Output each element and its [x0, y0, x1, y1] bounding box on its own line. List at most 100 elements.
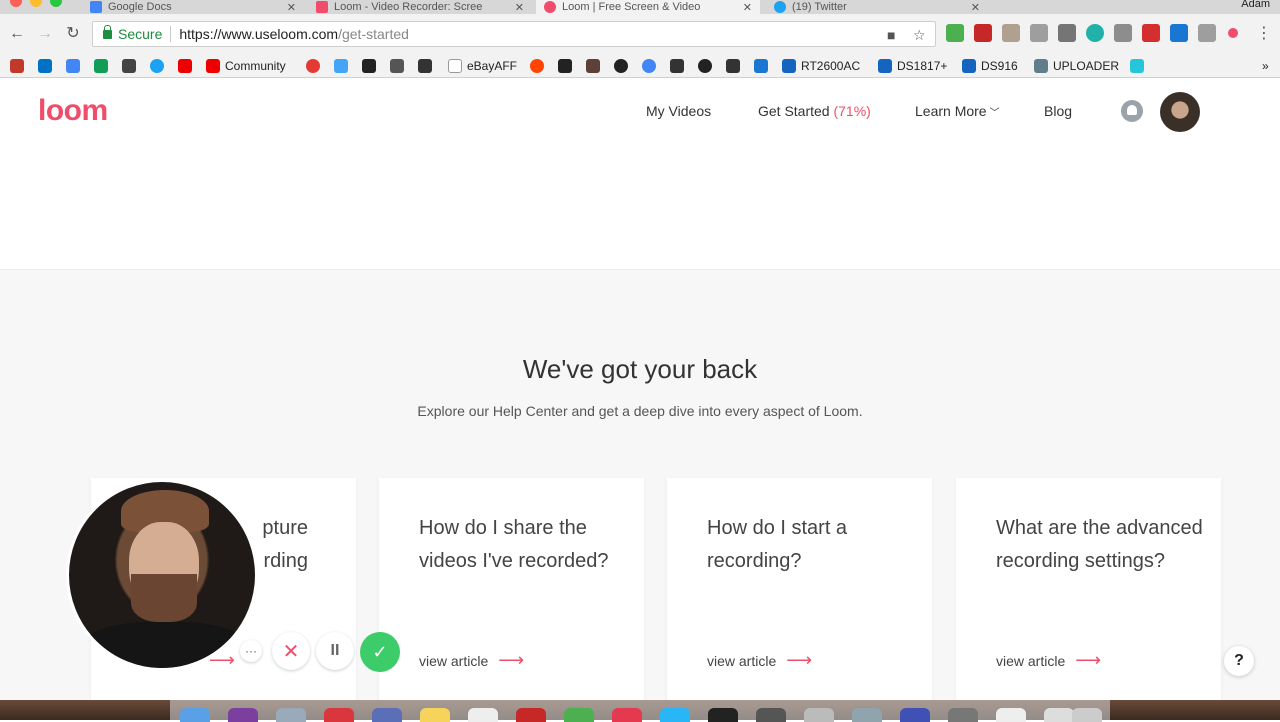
router-icon: [782, 59, 796, 73]
bookmark-star-icon[interactable]: ☆: [913, 27, 926, 44]
help-card[interactable]: How do I share the videos I've recorded?…: [379, 478, 644, 700]
forward-icon[interactable]: →: [35, 24, 55, 44]
bookmark-icon[interactable]: [614, 57, 633, 75]
bookmark-community[interactable]: Community: [206, 57, 286, 75]
pause-recording-button[interactable]: II: [316, 632, 354, 670]
tab-google-docs[interactable]: Google Docs ✕: [82, 0, 304, 14]
bookmark-icon[interactable]: [1130, 57, 1149, 75]
bookmark-ebay[interactable]: eBayAFF: [448, 57, 517, 75]
extension-icon[interactable]: [1086, 24, 1104, 42]
bookmark-icon[interactable]: [150, 57, 169, 75]
bookmark-icon[interactable]: [38, 57, 57, 75]
close-window-icon[interactable]: [10, 0, 22, 7]
extension-icon[interactable]: [1058, 24, 1076, 42]
cancel-recording-button[interactable]: ✕: [272, 632, 310, 670]
help-card[interactable]: How do I start a recording? view article…: [667, 478, 932, 700]
github-icon[interactable]: [698, 57, 717, 75]
more-bookmarks-icon[interactable]: »: [1262, 57, 1269, 75]
view-article-link[interactable]: view article ⟶: [419, 650, 524, 671]
loom-icon: [316, 1, 328, 13]
arrow-right-icon: ⟶: [498, 650, 525, 670]
bookmark-icon[interactable]: [66, 57, 85, 75]
bookmark-icon[interactable]: [362, 57, 381, 75]
extension-icon[interactable]: [974, 24, 992, 42]
bookmark-icon[interactable]: [726, 57, 745, 75]
tab-loom-recorder[interactable]: Loom - Video Recorder: Scree ✕: [308, 0, 532, 14]
nav-get-started[interactable]: Get Started (71%): [758, 103, 871, 119]
bookmark-icon[interactable]: [334, 57, 353, 75]
nas-icon: [878, 59, 892, 73]
bookmark-icon[interactable]: [122, 57, 141, 75]
profile-name[interactable]: Adam: [1241, 0, 1270, 10]
youtube-icon: [206, 59, 220, 73]
progress-percent: (71%): [833, 103, 871, 119]
bookmark-icon[interactable]: [670, 57, 689, 75]
more-options-button[interactable]: ···: [240, 640, 262, 662]
address-bar[interactable]: Secure https://www.useloom.com/get-start…: [92, 21, 936, 47]
extension-icon[interactable]: [1002, 24, 1020, 42]
card-title: What are the advanced recording settings…: [996, 517, 1203, 572]
section-title: We've got your back: [522, 354, 758, 384]
help-card[interactable]: What are the advanced recording settings…: [956, 478, 1221, 700]
bookmark-icon[interactable]: [558, 57, 577, 75]
bookmark-icon[interactable]: [586, 57, 605, 75]
url-host: https://www.useloom.com: [179, 26, 339, 42]
tab-close-icon[interactable]: ✕: [971, 1, 980, 14]
arrow-right-icon: ⟶: [786, 650, 813, 670]
tab-title: Loom - Video Recorder: Scree: [334, 1, 483, 13]
tab-close-icon[interactable]: ✕: [287, 1, 296, 14]
loom-logo[interactable]: loom: [38, 94, 108, 128]
extension-icon[interactable]: [1142, 24, 1160, 42]
browser-toolbar: ← → ↻ Secure https://www.useloom.com/get…: [0, 14, 1280, 54]
extension-icon[interactable]: [1114, 24, 1132, 42]
tab-twitter[interactable]: (19) Twitter ✕: [766, 0, 988, 14]
bookmark-icon[interactable]: [530, 57, 549, 75]
tab-title: Google Docs: [108, 1, 172, 13]
macos-dock: [0, 700, 1280, 722]
browser-tab-strip: Google Docs ✕ Loom - Video Recorder: Scr…: [0, 0, 1280, 14]
bookmark-icon[interactable]: [94, 57, 113, 75]
divider: [170, 26, 172, 42]
bookmark-icon[interactable]: [754, 57, 773, 75]
extension-icon[interactable]: [1030, 24, 1048, 42]
tab-title: Loom | Free Screen & Video: [562, 1, 701, 13]
tab-close-icon[interactable]: ✕: [743, 1, 752, 14]
google-icon[interactable]: [642, 57, 661, 75]
bookmark-icon[interactable]: [418, 57, 437, 75]
back-icon[interactable]: ←: [7, 24, 27, 44]
maximize-window-icon[interactable]: [50, 0, 62, 7]
minimize-window-icon[interactable]: [30, 0, 42, 7]
bookmark-icon[interactable]: [10, 57, 29, 75]
finish-recording-button[interactable]: ✓: [360, 632, 400, 672]
webcam-bubble[interactable]: [66, 479, 258, 671]
loom-recording-icon[interactable]: [1228, 28, 1238, 38]
nav-my-videos[interactable]: My Videos: [646, 103, 711, 119]
avatar[interactable]: [1160, 92, 1200, 132]
bookmark-icon[interactable]: [178, 57, 197, 75]
uploader-icon: [1034, 59, 1048, 73]
url-path: /get-started: [338, 26, 409, 42]
bookmark-ds1817[interactable]: DS1817+: [878, 57, 947, 75]
reload-icon[interactable]: ↻: [63, 24, 83, 44]
view-article-link[interactable]: view article ⟶: [996, 650, 1101, 671]
notification-bell-icon[interactable]: [1121, 100, 1143, 122]
bookmark-icon[interactable]: [390, 57, 409, 75]
previous-section: [0, 144, 1280, 270]
view-article-link[interactable]: view article ⟶: [707, 650, 812, 671]
extension-icon[interactable]: [946, 24, 964, 42]
menu-icon[interactable]: ⋮: [1254, 24, 1274, 44]
card-title: How do I start a recording?: [707, 517, 848, 572]
nas-icon: [962, 59, 976, 73]
nav-blog[interactable]: Blog: [1044, 103, 1072, 119]
tab-loom-active[interactable]: Loom | Free Screen & Video ✕: [536, 0, 760, 14]
extension-icon[interactable]: [1170, 24, 1188, 42]
bookmark-rt2600ac[interactable]: RT2600AC: [782, 57, 860, 75]
help-button[interactable]: ?: [1224, 646, 1254, 676]
bookmark-ds916[interactable]: DS916: [962, 57, 1018, 75]
extension-icon[interactable]: [1198, 24, 1216, 42]
tab-close-icon[interactable]: ✕: [515, 1, 524, 14]
bookmark-uploader[interactable]: UPLOADER: [1034, 57, 1119, 75]
nav-learn-more[interactable]: Learn More ﹀: [915, 103, 1000, 119]
camera-icon[interactable]: ■: [887, 27, 895, 43]
bookmark-icon[interactable]: [306, 57, 325, 75]
